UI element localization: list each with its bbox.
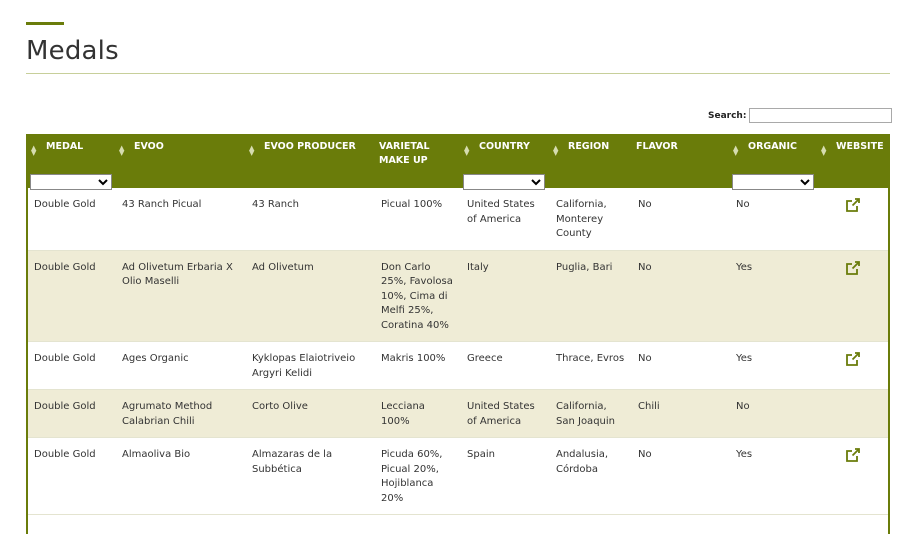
- cell-producer: 43 Ranch: [246, 188, 375, 251]
- country-filter-select[interactable]: [463, 174, 545, 190]
- external-link-icon[interactable]: [846, 448, 860, 462]
- cell-region: California, San Joaquin: [550, 389, 632, 438]
- page-title: Medals: [26, 36, 119, 66]
- cell-website: [818, 341, 888, 390]
- column-header-website[interactable]: ▲ ▼ WEBSITE: [818, 134, 888, 188]
- cell-organic: No: [730, 188, 818, 251]
- table-row: Double Gold Almaoliva Bio Almazaras de la …: [28, 437, 888, 515]
- sort-icon: ▲ ▼: [733, 144, 739, 157]
- cell-producer: Almazaras de la Subbética: [246, 437, 375, 515]
- cell-region: Puglia, Bari: [550, 250, 632, 342]
- column-header-region[interactable]: ▲ ▼ REGION: [550, 134, 632, 188]
- column-header-varietal-make-up[interactable]: VARIETAL MAKE UP: [375, 134, 461, 188]
- cell-organic: No: [730, 389, 818, 438]
- cell-website: [818, 188, 888, 251]
- external-link-icon[interactable]: [846, 198, 860, 212]
- cell-organic: Yes: [730, 250, 818, 342]
- column-header-evoo[interactable]: ▲ ▼ EVOO: [116, 134, 246, 188]
- cell-varietal: Picual 100%: [375, 188, 461, 251]
- organic-filter-select[interactable]: [732, 174, 814, 190]
- sort-icon: ▲ ▼: [464, 144, 470, 157]
- cell-region: Thrace, Evros: [550, 341, 632, 390]
- cell-country: United States of America: [461, 188, 550, 251]
- cell-country: Italy: [461, 250, 550, 342]
- table-body: Double Gold 43 Ranch Picual 43 Ranch Picual…: [28, 188, 888, 515]
- cell-medal: Double Gold: [28, 437, 116, 515]
- table-header-row: ▲ ▼ MEDAL ▲ ▼ EVOO ▲ ▼ EVOO PRODUCER VARIET…: [28, 134, 888, 190]
- column-header-organic[interactable]: ▲ ▼ ORGANIC: [730, 134, 818, 190]
- cell-medal: Double Gold: [28, 250, 116, 342]
- cell-organic: Yes: [730, 341, 818, 390]
- cell-region: Andalusia, Córdoba: [550, 437, 632, 515]
- cell-varietal: Don Carlo 25%, Favolosa 10%, Cima di Mel…: [375, 250, 461, 342]
- cell-website: [818, 437, 888, 515]
- cell-evoo: Ad Olivetum Erbaria X Olio Maselli: [116, 250, 246, 342]
- cell-producer: Ad Olivetum: [246, 250, 375, 342]
- search-label: Search:: [708, 110, 747, 121]
- external-link-icon[interactable]: [846, 260, 860, 275]
- cell-flavor: No: [632, 250, 730, 342]
- cell-flavor: No: [632, 437, 730, 515]
- title-accent-bar: [26, 22, 64, 25]
- medals-table: ▲ ▼ MEDAL ▲ ▼ EVOO ▲ ▼ EVOO PRODUCER VARIET…: [28, 134, 888, 515]
- cell-medal: Double Gold: [28, 389, 116, 438]
- cell-flavor: Chili: [632, 389, 730, 438]
- table-row: Double Gold Ages Organic Kyklopas Elaiotri…: [28, 341, 888, 390]
- cell-evoo: Agrumato Method Calabrian Chili: [116, 389, 246, 438]
- table-row: Double Gold 43 Ranch Picual 43 Ranch Picual…: [28, 188, 888, 251]
- cell-flavor: No: [632, 188, 730, 251]
- cell-varietal: Picuda 60%, Picual 20%, Hojiblanca 20%: [375, 437, 461, 515]
- cell-medal: Double Gold: [28, 341, 116, 390]
- cell-website: [818, 250, 888, 342]
- medal-filter-select[interactable]: [30, 174, 112, 190]
- cell-country: Greece: [461, 341, 550, 390]
- cell-flavor: No: [632, 341, 730, 390]
- cell-evoo: 43 Ranch Picual: [116, 188, 246, 251]
- cell-website: [818, 389, 888, 438]
- cell-varietal: Makris 100%: [375, 341, 461, 390]
- sort-icon: ▲ ▼: [553, 144, 559, 157]
- cell-medal: Double Gold: [28, 188, 116, 251]
- title-divider: [26, 73, 890, 74]
- medals-table-container: ▲ ▼ MEDAL ▲ ▼ EVOO ▲ ▼ EVOO PRODUCER VARIET…: [26, 134, 890, 534]
- cell-producer: Kyklopas Elaiotriveio Argyri Kelidi: [246, 341, 375, 390]
- cell-country: Spain: [461, 437, 550, 515]
- column-header-evoo-producer[interactable]: ▲ ▼ EVOO PRODUCER: [246, 134, 375, 188]
- cell-organic: Yes: [730, 437, 818, 515]
- cell-producer: Corto Olive: [246, 389, 375, 438]
- cell-region: California, Monterey County: [550, 188, 632, 251]
- table-row: Double Gold Agrumato Method Calabrian Chi…: [28, 389, 888, 438]
- search-input[interactable]: [749, 108, 893, 123]
- sort-icon: ▲ ▼: [821, 144, 827, 157]
- cell-evoo: Almaoliva Bio: [116, 437, 246, 515]
- column-header-country[interactable]: ▲ ▼ COUNTRY: [461, 134, 550, 190]
- sort-icon: ▲ ▼: [31, 144, 37, 157]
- sort-icon: ▲ ▼: [119, 144, 125, 157]
- sort-icon: ▲ ▼: [249, 144, 255, 157]
- table-row: Double Gold Ad Olivetum Erbaria X Olio Ma…: [28, 250, 888, 342]
- cell-country: United States of America: [461, 389, 550, 438]
- search-area: Search:: [708, 108, 893, 123]
- external-link-icon[interactable]: [846, 352, 860, 366]
- column-header-flavor[interactable]: FLAVOR: [632, 134, 730, 188]
- cell-varietal: Lecciana 100%: [375, 389, 461, 438]
- column-header-medal[interactable]: ▲ ▼ MEDAL: [28, 134, 116, 190]
- cell-evoo: Ages Organic: [116, 341, 246, 390]
